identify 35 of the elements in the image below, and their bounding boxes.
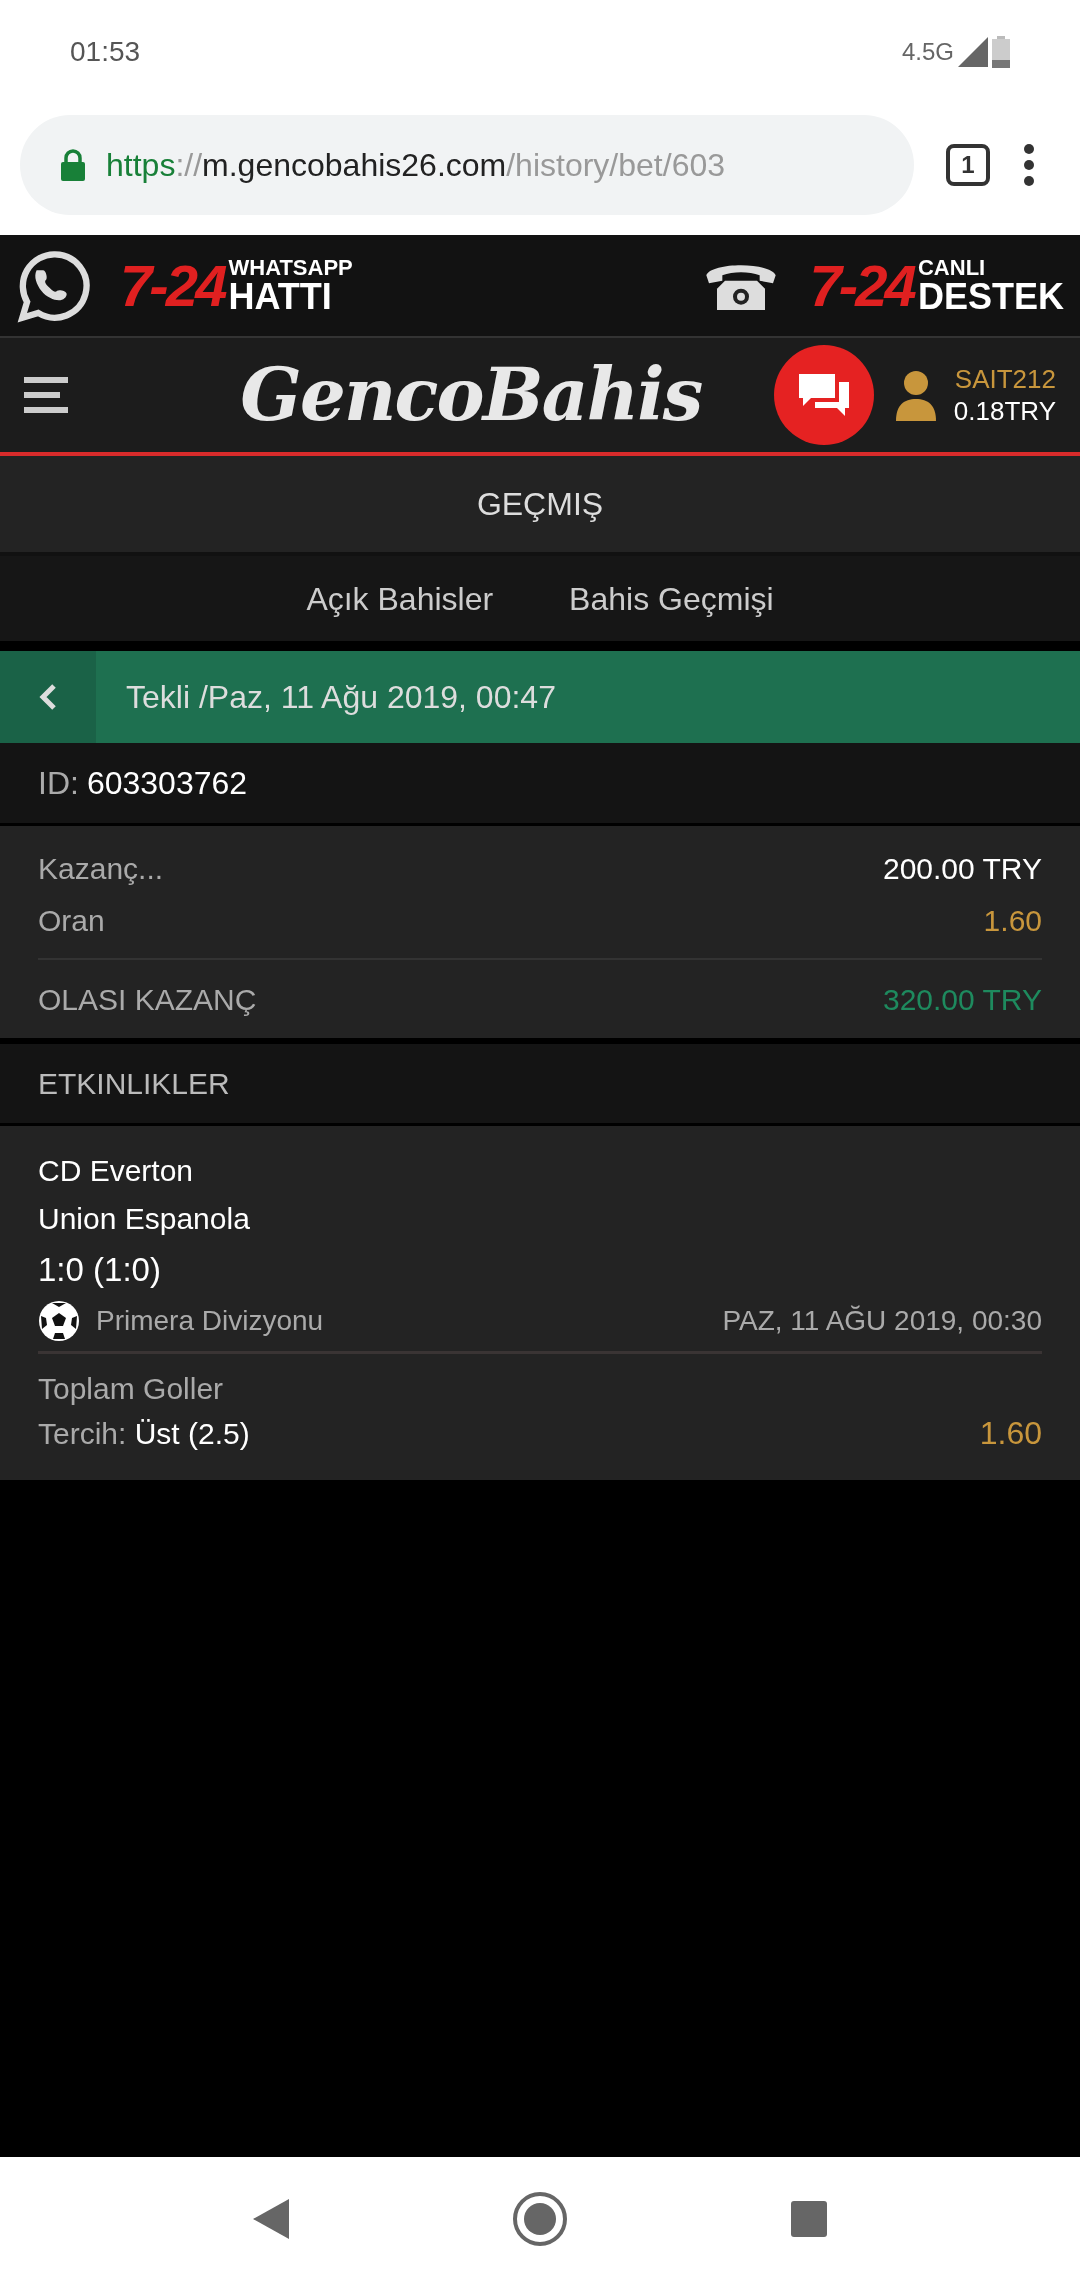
tab-count-button[interactable]: 1 (946, 144, 990, 186)
banner-label: DESTEK (917, 278, 1064, 315)
selection: Tercih: Üst (2.5) (38, 1415, 250, 1452)
banner-number: 7-24 (120, 256, 225, 315)
status-time: 01:53 (70, 34, 141, 69)
potential-win-value: 320.00 TRY (883, 981, 1042, 1018)
id-label: ID: (38, 764, 79, 803)
site-logo[interactable]: GencoBahis (240, 359, 702, 431)
event-date: PAZ, 11 AĞU 2019, 00:30 (722, 1303, 1042, 1338)
page-title: GEÇMIŞ (476, 485, 604, 524)
banner-number: 7-24 (809, 256, 914, 315)
stake-label: Kazanç... (38, 850, 164, 887)
away-team: Union Espanola (38, 1200, 251, 1237)
potential-win-label: OLASI KAZANÇ (38, 981, 257, 1018)
banner-label: WHATSAPP (228, 256, 353, 279)
balance: 0.18TRY (953, 395, 1056, 428)
history-tab[interactable]: Açık Bahisler (306, 574, 494, 623)
home-team: CD Everton (38, 1152, 195, 1189)
address-bar[interactable]: https://m.gencobahis26.com/history/bet/603 (20, 115, 914, 215)
market-name: Toplam Goller (38, 1370, 225, 1407)
banner-label: CANLI (917, 256, 987, 279)
league-name: Primera Divizyonu (96, 1303, 324, 1338)
odds-value: 1.60 (983, 902, 1042, 939)
score: 1:0 (1:0) (38, 1250, 162, 1291)
network-label: 4.5G (901, 36, 954, 67)
username: SAIT212 (954, 362, 1056, 395)
bet-id: 603303762 (86, 764, 248, 803)
bet-header-title: Tekli /Paz, 11 Ağu 2019, 00:47 (126, 678, 556, 717)
events-title: ETKINLIKLER (38, 1066, 230, 1102)
stake-value: 200.00 TRY (883, 850, 1042, 887)
selection-odds: 1.60 (979, 1414, 1042, 1453)
url-text: https://m.gencobahis26.com/history/bet/603 (106, 146, 725, 185)
history-tab[interactable]: Bahis Geçmişi (569, 574, 774, 623)
odds-label: Oran (38, 902, 105, 939)
banner-label: HATTI (228, 278, 333, 315)
